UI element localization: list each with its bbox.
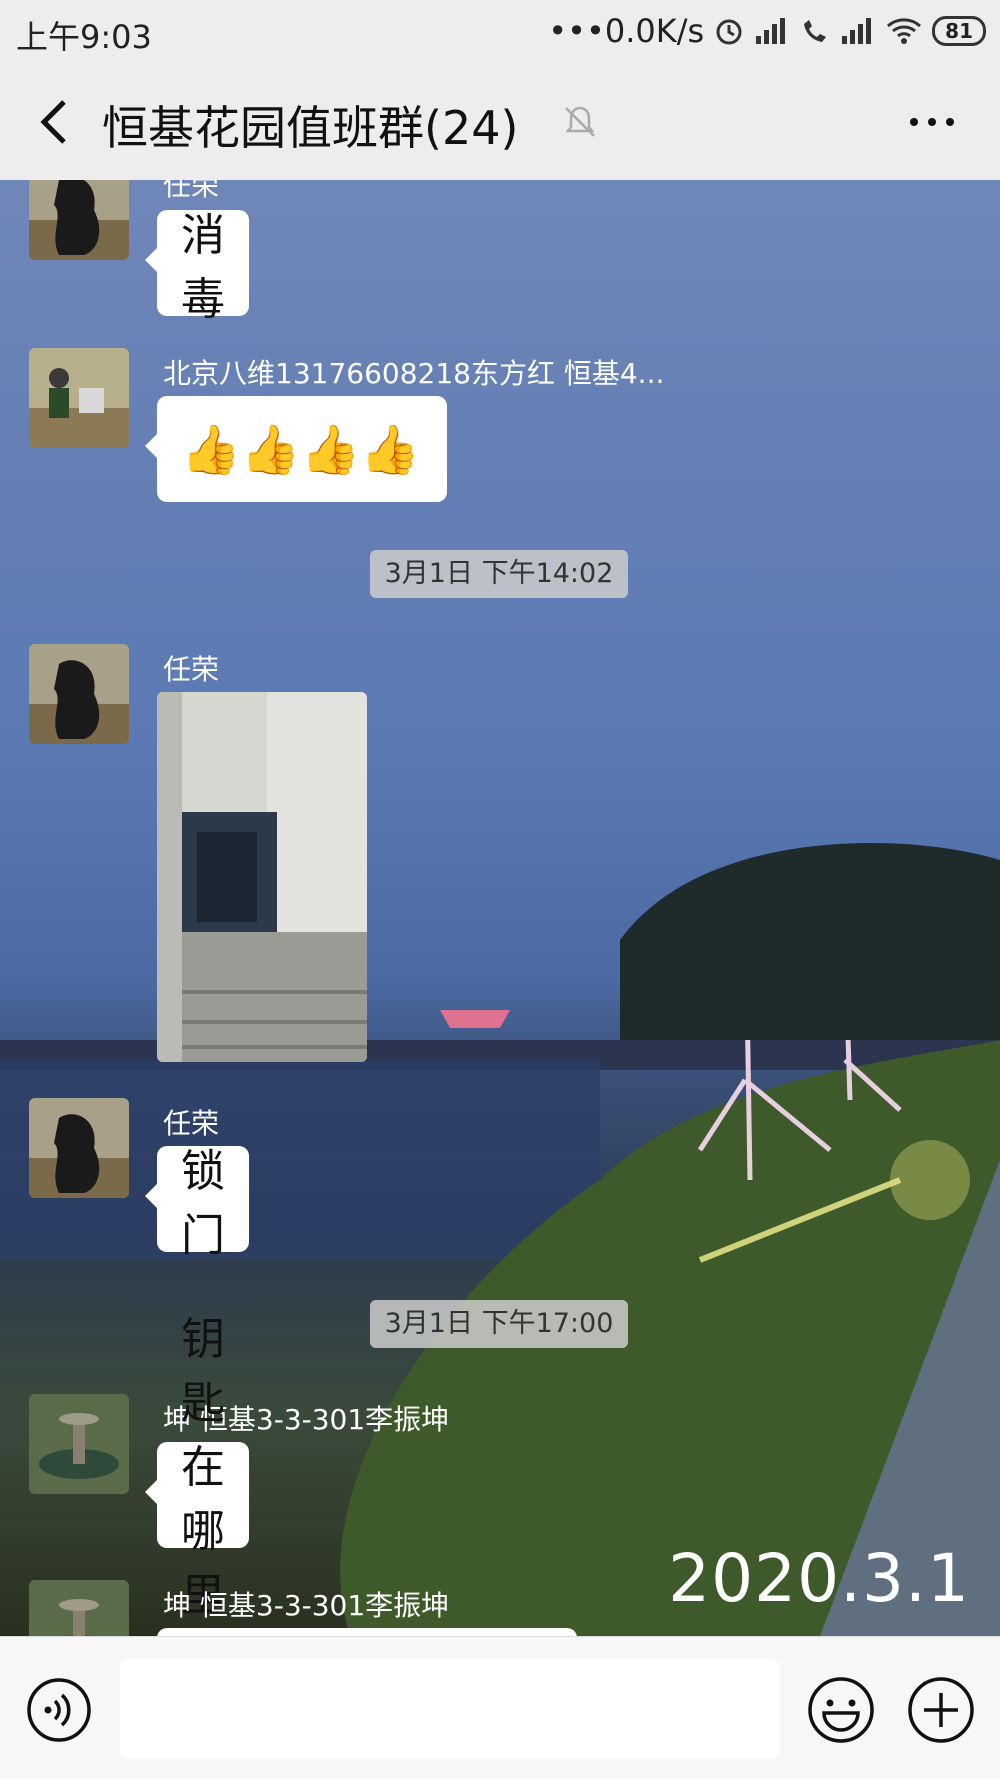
chat-area[interactable]: 任荣 消毒 北京八维13176608218东方红 恒基4... 👍👍👍👍 3月1… [0,180,1000,1636]
status-icons: •••0.0K/s 81 [548,12,986,50]
message-input[interactable] [120,1659,780,1759]
message-text: 消毒 [181,210,225,325]
avatar[interactable] [29,1580,129,1636]
chat-header: 恒基花园值班群(24) [0,62,1000,180]
chat-background-image [0,842,1000,1636]
mute-bell-icon [565,106,595,137]
battery-indicator: 81 [932,16,986,46]
chat-title: 恒基花园值班群(24) [102,101,519,155]
sender-name: 任荣 [163,653,220,686]
message-text: 👍👍👍👍 [181,421,421,478]
voice-input-icon[interactable] [26,1677,92,1743]
network-speed: •••0.0K/s [548,12,705,50]
avatar[interactable] [29,348,129,448]
timestamp-divider: 3月1日 下午14:02 [370,550,628,598]
emoji-icon[interactable] [806,1675,876,1745]
message-bubble[interactable]: 消毒 [145,210,249,325]
message-text: 锁门 [181,1146,225,1261]
message-bubble[interactable]: 👍👍👍👍 [145,396,447,502]
avatar[interactable] [29,1394,129,1494]
photo-message[interactable] [157,692,367,1062]
hd-signal-icon [756,18,786,44]
avatar[interactable] [29,180,129,260]
message-bubble[interactable]: 锁门 [145,1146,249,1261]
call-icon [804,20,827,42]
message-bubble[interactable]: 钥匙在哪里的 [145,1314,249,1636]
timestamp-divider: 3月1日 下午17:00 [370,1300,628,1348]
add-more-icon[interactable] [906,1675,976,1745]
date-watermark: 2020.3.1 [668,1540,970,1617]
avatar[interactable] [29,1098,129,1198]
message-bubble[interactable] [157,1628,577,1636]
input-bar [0,1636,1000,1779]
back-arrow-icon[interactable] [26,92,86,152]
more-options-icon[interactable] [904,102,960,142]
sender-name: 北京八维13176608218东方红 恒基4... [163,357,665,390]
sender-name: 坤 恒基3-3-301李振坤 [163,1589,450,1622]
cell-signal-icon [842,18,872,44]
alarm-icon [716,19,742,45]
avatar[interactable] [29,644,129,744]
status-bar: 上午9:03 •••0.0K/s 81 [0,0,1000,62]
status-time: 上午9:03 [16,18,152,56]
wifi-icon [887,18,922,44]
